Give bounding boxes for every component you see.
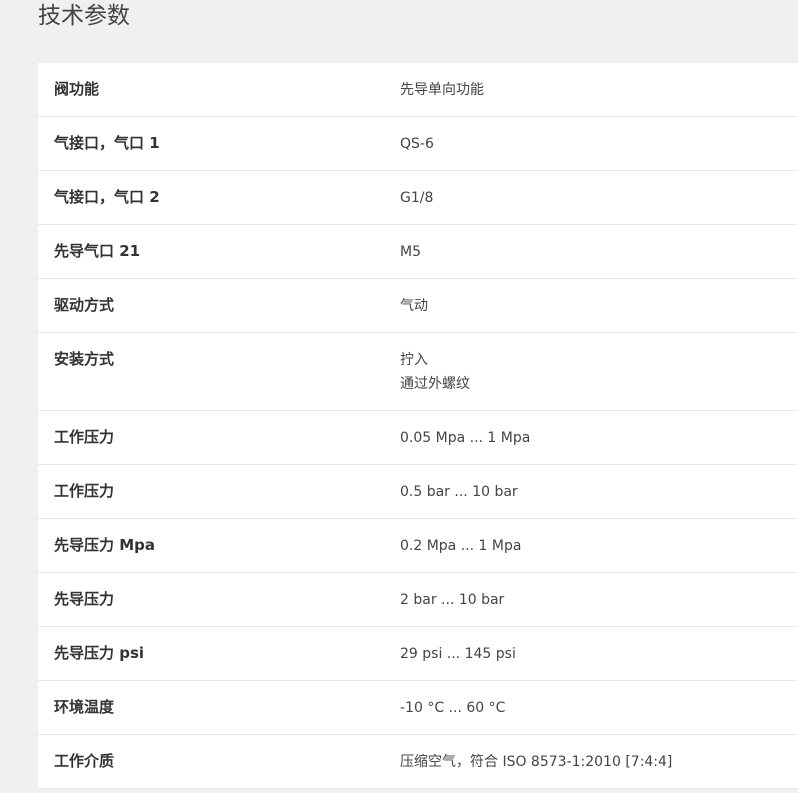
spec-value: -10 °C ... 60 °C <box>400 700 506 716</box>
spec-value: 29 psi ... 145 psi <box>400 646 516 662</box>
spec-label: 工作压力 <box>54 482 115 500</box>
spec-value: 0.2 Mpa ... 1 Mpa <box>400 538 522 554</box>
spec-label: 气接口，气口 1 <box>54 134 160 152</box>
spec-value: 拧入 通过外螺纹 <box>400 333 798 410</box>
spec-value: 0.5 bar ... 10 bar <box>400 484 518 500</box>
spec-label: 工作介质 <box>54 752 115 770</box>
spec-value: 气动 <box>400 298 428 314</box>
spec-value-line: 拧入 <box>400 352 428 368</box>
spec-label: 环境温度 <box>54 698 115 716</box>
spec-label: 气接口，气口 2 <box>54 188 160 206</box>
spec-label: 安装方式 <box>54 350 115 368</box>
spec-row-pilot-port: 先导气口 21 M5 <box>38 225 798 279</box>
spec-label: 先导气口 21 <box>54 242 141 260</box>
page-title: 技术参数 <box>38 3 130 29</box>
spec-row-pilot-pressure-psi: 先导压力 psi 29 psi ... 145 psi <box>38 627 798 681</box>
spec-label: 驱动方式 <box>54 296 115 314</box>
spec-value: 压缩空气，符合 ISO 8573-1:2010 [7:4:4] <box>400 754 673 770</box>
spec-value: QS-6 <box>400 136 434 152</box>
spec-row-port-2: 气接口，气口 2 G1/8 <box>38 171 798 225</box>
spec-value: M5 <box>400 244 421 260</box>
spec-row-pilot-pressure-mpa: 先导压力 Mpa 0.2 Mpa ... 1 Mpa <box>38 519 798 573</box>
spec-row-mounting: 安装方式 拧入 通过外螺纹 <box>38 333 798 411</box>
spec-row-medium: 工作介质 压缩空气，符合 ISO 8573-1:2010 [7:4:4] <box>38 735 798 789</box>
spec-value: 2 bar ... 10 bar <box>400 592 505 608</box>
spec-value-line: 通过外螺纹 <box>400 376 470 392</box>
spec-value: 先导单向功能 <box>400 82 484 98</box>
spec-label: 先导压力 psi <box>54 644 145 662</box>
spec-row-ambient-temperature: 环境温度 -10 °C ... 60 °C <box>38 681 798 735</box>
spec-row-port-1: 气接口，气口 1 QS-6 <box>38 117 798 171</box>
spec-row-actuation: 驱动方式 气动 <box>38 279 798 333</box>
spec-row-valve-function: 阀功能 先导单向功能 <box>38 63 798 117</box>
spec-row-operating-pressure-mpa: 工作压力 0.05 Mpa ... 1 Mpa <box>38 411 798 465</box>
spec-row-operating-pressure-bar: 工作压力 0.5 bar ... 10 bar <box>38 465 798 519</box>
spec-label: 阀功能 <box>54 80 100 98</box>
spec-label: 工作压力 <box>54 428 115 446</box>
spec-label: 先导压力 <box>54 590 115 608</box>
spec-value: G1/8 <box>400 190 434 206</box>
spec-row-pilot-pressure-bar: 先导压力 2 bar ... 10 bar <box>38 573 798 627</box>
spec-table: 阀功能 先导单向功能 气接口，气口 1 QS-6 气接口，气口 2 G1/8 先… <box>38 63 798 789</box>
spec-label: 先导压力 Mpa <box>54 536 156 554</box>
spec-value: 0.05 Mpa ... 1 Mpa <box>400 430 531 446</box>
